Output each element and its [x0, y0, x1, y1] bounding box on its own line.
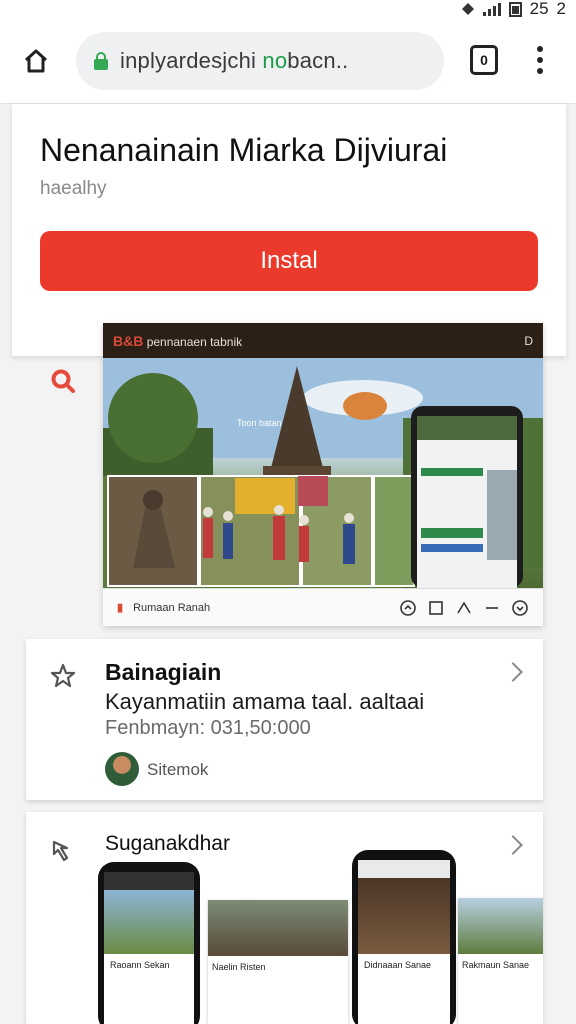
tabs-count: 0: [480, 52, 488, 68]
preview-top-bar: B&B pennanaen tabnik D: [103, 323, 543, 358]
signal-icon: [482, 2, 501, 16]
circle-down-icon[interactable]: [511, 599, 529, 617]
install-button[interactable]: Instal: [40, 231, 538, 291]
clock: 25: [529, 0, 549, 18]
gallery-item[interactable]: Didnaaan Sanae: [352, 850, 456, 1024]
status-icons: 25 2: [461, 0, 566, 18]
preview-app-mark: ▮: [117, 602, 124, 614]
address-bar[interactable]: inplyardesjchi nobacn..: [76, 32, 444, 90]
preview-bottom-label: Rumaan Ranah: [133, 601, 211, 614]
share-icon[interactable]: [455, 599, 473, 617]
pointer-icon: [52, 840, 69, 862]
gallery-item-caption: Raoann Sekan: [110, 960, 170, 970]
info-description: Kayanmatiin amama taal. aaltaai: [105, 689, 425, 714]
preview-top-label: pennanaen tabnik: [146, 334, 243, 349]
gallery-item-caption: Rakmaun Sanae: [462, 960, 530, 970]
app-title: Nenanainain Miarka Dijviurai: [40, 132, 448, 168]
tabs-button[interactable]: 0: [470, 45, 498, 75]
author-name: Sitemok: [147, 760, 209, 779]
gallery-item-caption: Didnaaan Sanae: [364, 960, 432, 970]
info-card[interactable]: Bainagiain Kayanmatiin amama taal. aalta…: [26, 639, 543, 800]
gallery-card[interactable]: Suganakdhar Raoann Sekan Naelin Risten D…: [26, 812, 543, 1024]
square-icon[interactable]: [427, 599, 445, 617]
avatar: [105, 752, 139, 786]
gallery-item-caption: Naelin Risten: [212, 962, 266, 972]
lock-icon: [94, 52, 108, 70]
info-title: Bainagiain: [105, 659, 222, 685]
circle-up-icon[interactable]: [399, 599, 417, 617]
preview-nav-bar: ▮ Rumaan Ranah: [103, 588, 543, 626]
preview-status: D: [524, 333, 533, 348]
app-subtitle: haealhy: [40, 178, 107, 199]
status-extra: 2: [556, 0, 566, 18]
chevron-right-icon[interactable]: [503, 662, 523, 682]
gallery-title: Suganakdhar: [105, 832, 230, 855]
menu-button[interactable]: [532, 42, 548, 78]
gallery-item[interactable]: Naelin Risten: [208, 900, 348, 1024]
scene-caption: Toon batan: [237, 418, 282, 428]
info-meta: Fenbmayn: 031,50:000: [105, 717, 311, 739]
preview-scene-image: Toon batan: [103, 358, 543, 588]
minus-icon[interactable]: [483, 599, 501, 617]
location-icon: [461, 3, 474, 15]
app-header-card: Nenanainain Miarka Dijviurai haealhy Ins…: [12, 104, 566, 356]
status-bar: 25 2: [0, 0, 576, 18]
village-scene-image: Toon batan: [103, 358, 543, 588]
chevron-right-icon[interactable]: [503, 835, 523, 855]
gallery-item[interactable]: Raoann Sekan: [98, 862, 200, 1024]
gallery-item[interactable]: Rakmaun Sanae: [458, 898, 543, 1024]
url-text: inplyardesjchi nobacn..: [120, 48, 349, 73]
home-button[interactable]: [20, 45, 52, 77]
battery-icon: [508, 1, 522, 17]
search-icon[interactable]: [50, 368, 76, 394]
home-icon: [24, 49, 48, 73]
preview-brand: B&B: [113, 332, 144, 349]
star-icon: [50, 663, 76, 688]
app-preview-screenshot[interactable]: B&B pennanaen tabnik D Toon batan ▮ Ruma…: [103, 323, 543, 626]
browser-toolbar: inplyardesjchi nobacn.. 0: [0, 18, 576, 104]
